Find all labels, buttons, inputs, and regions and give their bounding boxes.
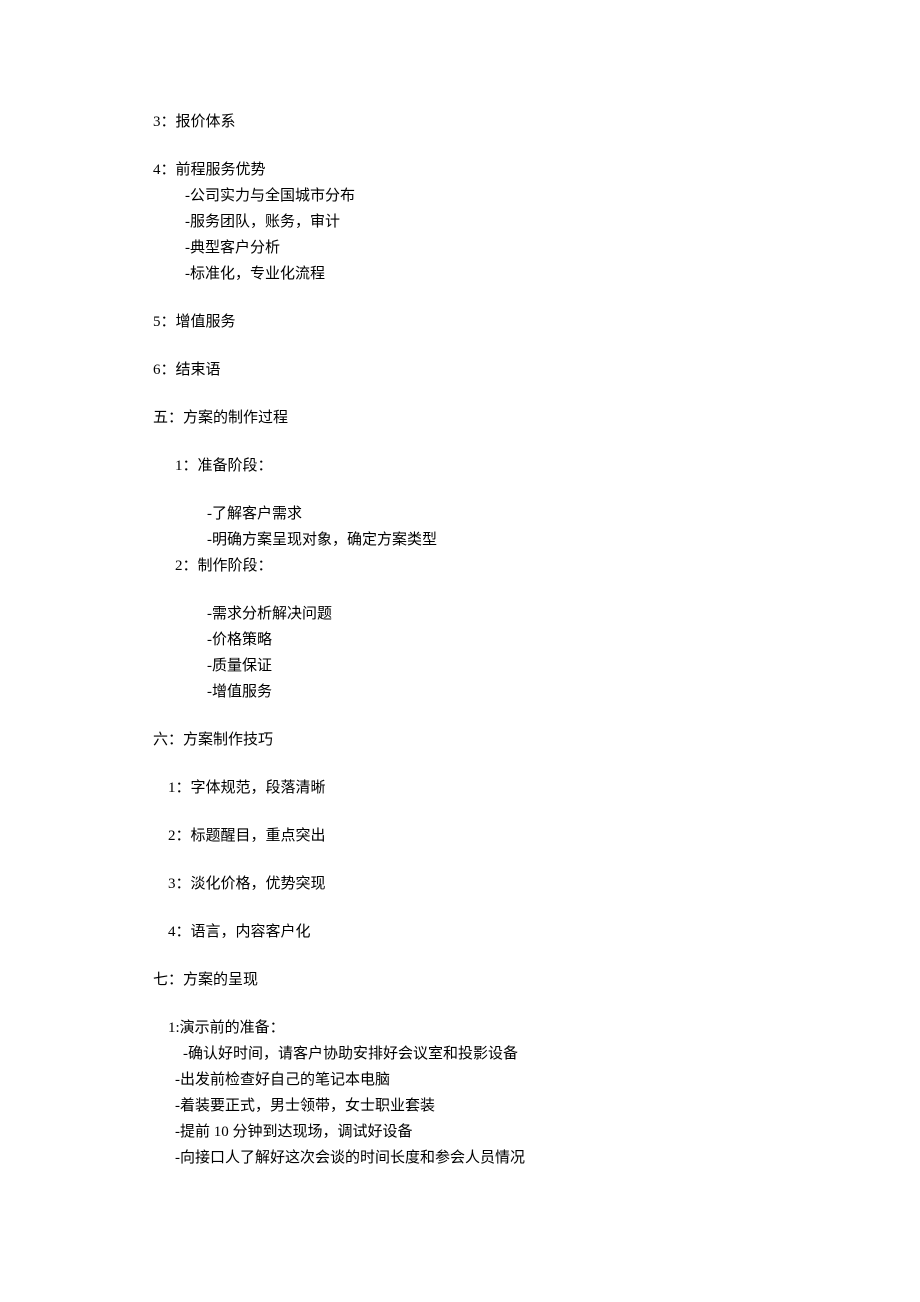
item-5: 5：增值服务 xyxy=(153,310,920,334)
item-4-sub-3: -典型客户分析 xyxy=(153,236,920,260)
section-5-item-2-sub-2: -价格策略 xyxy=(153,628,920,652)
section-7-item-1: 1:演示前的准备： xyxy=(153,1016,920,1040)
section-6-heading: 六：方案制作技巧 xyxy=(153,728,920,752)
item-6: 6：结束语 xyxy=(153,358,920,382)
section-6-item-3: 3：淡化价格，优势突现 xyxy=(153,872,920,896)
section-5-item-2-sub-1: -需求分析解决问题 xyxy=(153,602,920,626)
section-5-item-1: 1：准备阶段： xyxy=(153,454,920,478)
section-7-item-1-sub-5: -向接口人了解好这次会谈的时间长度和参会人员情况 xyxy=(153,1146,920,1170)
section-7-heading: 七：方案的呈现 xyxy=(153,968,920,992)
item-4-sub-2: -服务团队，账务，审计 xyxy=(153,210,920,234)
section-5-item-2-sub-4: -增值服务 xyxy=(153,680,920,704)
item-4-sub-4: -标准化，专业化流程 xyxy=(153,262,920,286)
section-7-item-1-sub-1: -确认好时间，请客户协助安排好会议室和投影设备 xyxy=(153,1042,920,1066)
document-body: 3：报价体系 4：前程服务优势 -公司实力与全国城市分布 -服务团队，账务，审计… xyxy=(0,110,920,1170)
item-4-sub-1: -公司实力与全国城市分布 xyxy=(153,184,920,208)
section-5-item-2: 2：制作阶段： xyxy=(153,554,920,578)
section-5-heading: 五：方案的制作过程 xyxy=(153,406,920,430)
item-3: 3：报价体系 xyxy=(153,110,920,134)
section-5-item-2-sub-3: -质量保证 xyxy=(153,654,920,678)
section-7-item-1-sub-2: -出发前检查好自己的笔记本电脑 xyxy=(153,1068,920,1092)
section-6-item-4: 4：语言，内容客户化 xyxy=(153,920,920,944)
item-4: 4：前程服务优势 xyxy=(153,158,920,182)
section-7-item-1-sub-4: -提前 10 分钟到达现场，调试好设备 xyxy=(153,1120,920,1144)
section-5-item-1-sub-2: -明确方案呈现对象，确定方案类型 xyxy=(153,528,920,552)
section-7-item-1-sub-3: -着装要正式，男士领带，女士职业套装 xyxy=(153,1094,920,1118)
section-6-item-2: 2：标题醒目，重点突出 xyxy=(153,824,920,848)
section-6-item-1: 1：字体规范，段落清晰 xyxy=(153,776,920,800)
section-5-item-1-sub-1: -了解客户需求 xyxy=(153,502,920,526)
